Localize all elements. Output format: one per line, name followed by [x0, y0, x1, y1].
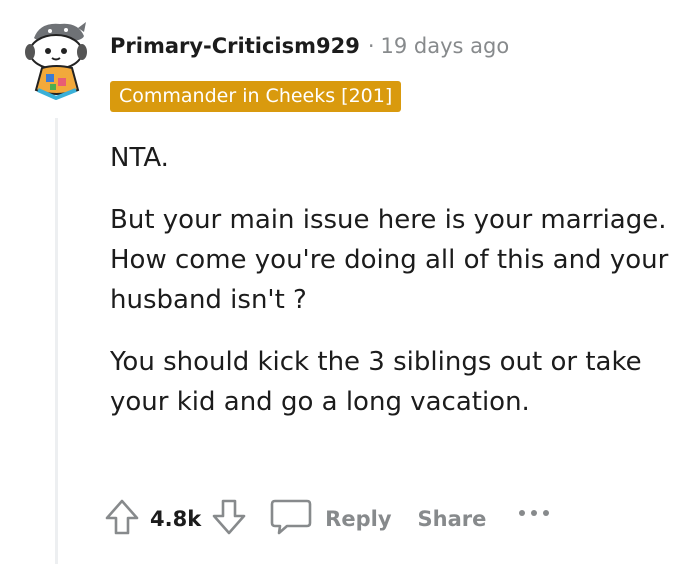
- comment-paragraph: You should kick the 3 siblings out or ta…: [110, 347, 642, 417]
- downvote-button[interactable]: [211, 497, 247, 541]
- username-link[interactable]: Primary-Criticism929: [110, 34, 360, 58]
- comment-actions: 4.8k Reply Share: [104, 497, 552, 541]
- upvote-button[interactable]: [104, 497, 140, 541]
- avatar[interactable]: [20, 18, 98, 101]
- arrow-up-icon: [105, 499, 139, 535]
- more-dots-icon: [519, 510, 550, 516]
- comment-body: NTA. But your main issue here is your ma…: [110, 138, 695, 444]
- speech-bubble-icon: [269, 497, 313, 541]
- thread-line[interactable]: [55, 118, 58, 564]
- separator-dot: ·: [367, 34, 375, 58]
- comment-paragraph: NTA.: [110, 143, 169, 173]
- timestamp[interactable]: 19 days ago: [381, 34, 510, 58]
- user-flair: Commander in Cheeks [201]: [110, 81, 402, 112]
- comment-paragraph: But your main issue here is your marriag…: [110, 205, 669, 315]
- snoo-avatar-icon: [25, 22, 87, 101]
- share-button[interactable]: Share: [418, 507, 487, 531]
- comment-header: Primary-Criticism929 · 19 days ago: [110, 34, 509, 58]
- reply-button[interactable]: Reply: [269, 497, 392, 541]
- reply-label: Reply: [325, 507, 392, 531]
- more-options-button[interactable]: [516, 507, 552, 531]
- arrow-down-icon: [212, 499, 246, 535]
- vote-count: 4.8k: [150, 507, 202, 531]
